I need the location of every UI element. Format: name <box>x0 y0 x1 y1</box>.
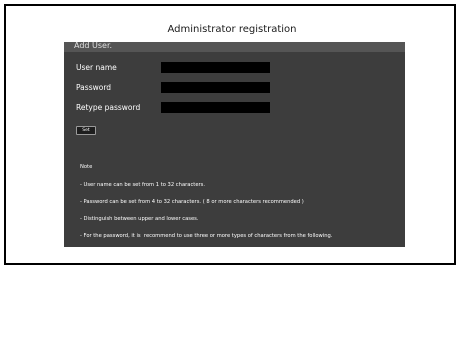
note-line: - symbols(!#$%'()*+,-./?@[]^_`~) <box>80 301 174 308</box>
note-line: - For the password, it is recommend to u… <box>80 232 333 239</box>
set-button[interactable]: Set <box>76 126 96 135</box>
password-input[interactable] <box>161 82 270 93</box>
user-name-input[interactable] <box>161 62 270 73</box>
retype-password-label: Retype password <box>76 103 141 112</box>
note-line: - upper case alphabetic <box>80 249 147 256</box>
panel-header: Add User. <box>64 41 405 52</box>
note-block: Note - User name can be set from 1 to 32… <box>80 154 400 353</box>
panel-header-label: Add User. <box>74 41 113 50</box>
note-title: Note <box>80 164 93 171</box>
add-user-panel: Add User. User name Password Retype pass… <box>64 41 405 341</box>
note-line: - User name can be set from 1 to 32 char… <box>80 181 206 188</box>
password-label: Password <box>76 83 112 92</box>
note-line: - Distinguish between upper and lower ca… <box>80 215 199 222</box>
note-line: - It is recommended to change the passwo… <box>80 335 229 342</box>
note-line: - Password can be set from 4 to 32 chara… <box>80 198 304 205</box>
note-line: - numbers <box>80 284 112 291</box>
note-line: - Set the password which does not includ… <box>80 318 231 325</box>
retype-password-input[interactable] <box>161 102 270 113</box>
page-title: Administrator registration <box>167 24 297 35</box>
user-name-label: User name <box>76 63 117 72</box>
